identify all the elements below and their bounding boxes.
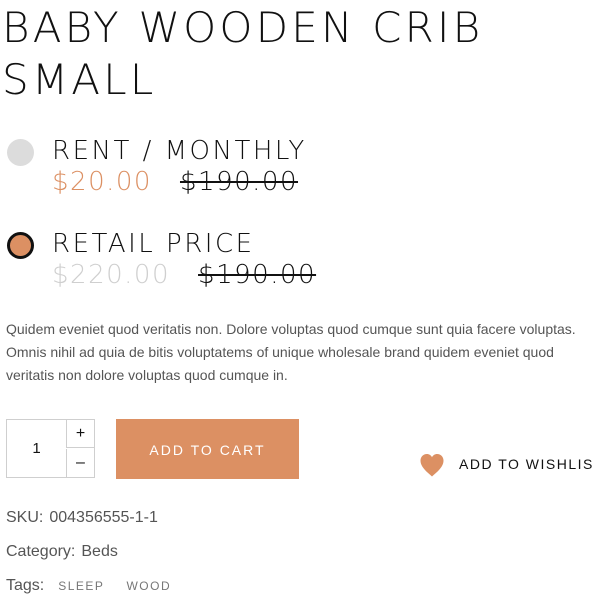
wishlist-label: ADD TO WISHLIST — [459, 456, 592, 472]
tag-link-sleep[interactable]: SLEEP — [58, 579, 104, 593]
retail-price-label: RETAIL PRICE — [52, 229, 255, 259]
tag-link-wood[interactable]: WOOD — [126, 579, 171, 593]
product-title: BABY WOODEN CRIB SMALL — [2, 3, 484, 104]
retail-price: $220.00 — [52, 260, 171, 290]
category-label: Category: — [6, 543, 76, 560]
tags-row: Tags: SLEEP WOOD — [6, 577, 171, 595]
quantity-increment-button[interactable]: + — [66, 420, 94, 448]
rent-price: $20.00 — [52, 167, 152, 197]
retail-old-price: $190.00 — [198, 260, 317, 290]
retail-prices: $220.00 $190.00 — [52, 258, 316, 292]
heart-icon — [420, 454, 444, 477]
quantity-input[interactable]: 1 — [7, 420, 66, 477]
rent-old-price: $190.00 — [179, 167, 299, 197]
sku-value: 004356555-1-1 — [49, 509, 158, 526]
quantity-stepper: 1 + – — [6, 419, 95, 478]
category-link[interactable]: Beds — [81, 543, 117, 560]
rent-monthly-radio[interactable] — [7, 139, 34, 166]
rent-monthly-prices: $20.00 $190.00 — [52, 165, 298, 199]
sku-row: SKU: 004356555-1-1 — [6, 509, 158, 527]
quantity-decrement-button[interactable]: – — [66, 449, 94, 477]
sku-label: SKU: — [6, 509, 44, 526]
add-to-cart-button[interactable]: ADD TO CART — [116, 419, 299, 479]
category-row: Category: Beds — [6, 543, 118, 561]
retail-price-radio[interactable] — [7, 232, 34, 259]
rent-monthly-label: RENT / MONTHLY — [52, 136, 307, 166]
product-description: Quidem eveniet quod veritatis non. Dolor… — [6, 321, 576, 383]
tags-label: Tags: — [6, 577, 45, 594]
